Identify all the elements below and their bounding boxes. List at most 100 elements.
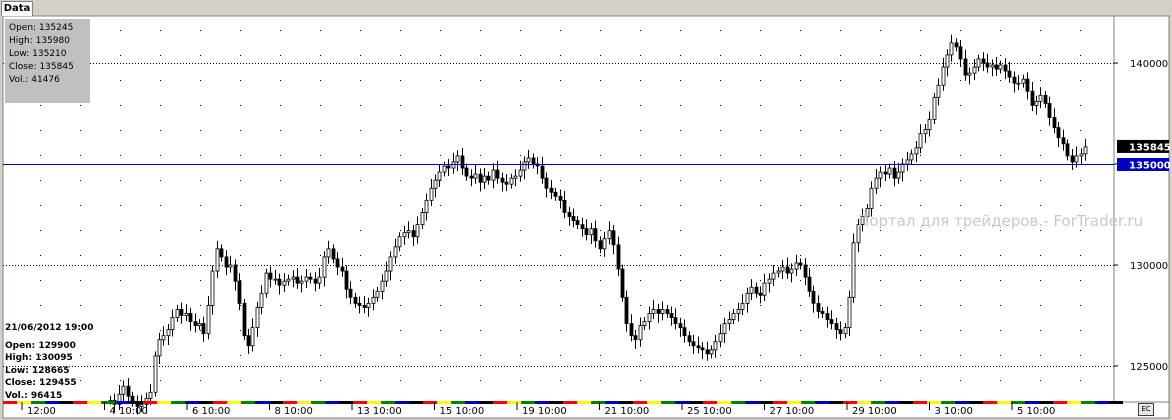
candle-body (526, 157, 531, 163)
candle-body (620, 268, 625, 298)
grid-dot (800, 280, 801, 281)
grid-dot (320, 255, 321, 256)
grid-dot (920, 30, 921, 31)
session-strip-segment (549, 401, 563, 404)
corner-button[interactable]: EC (1138, 403, 1154, 416)
session-strip-segment (157, 401, 171, 404)
session-strip-segment (633, 401, 647, 404)
candle-body (437, 171, 442, 181)
grid-dot (440, 155, 441, 156)
candle-body (384, 270, 389, 282)
grid-dot (1040, 305, 1041, 306)
data-tab[interactable]: Data (1, 1, 33, 16)
grid-dot (720, 380, 721, 381)
candle-body (411, 230, 416, 238)
grid-dot (1000, 230, 1001, 231)
session-strip-segment (871, 401, 885, 404)
y-tick-label: 125000 (1130, 362, 1168, 373)
grid-dot (640, 255, 641, 256)
grid-dot (560, 80, 561, 81)
grid-dot (1080, 30, 1081, 31)
grid-dot (440, 30, 441, 31)
grid-dot (1000, 255, 1001, 256)
session-strip-segment (647, 401, 661, 404)
grid-dot (680, 355, 681, 356)
grid-dot (760, 205, 761, 206)
grid-dot (840, 305, 841, 306)
grid-dot (760, 80, 761, 81)
grid-dot (120, 280, 121, 281)
grid-dot (480, 305, 481, 306)
grid-dot (360, 355, 361, 356)
data-row-open: Open: 135245 (9, 23, 74, 33)
candle-body (513, 175, 518, 179)
grid-dot (560, 230, 561, 231)
grid-dot (1080, 180, 1081, 181)
grid-dot (120, 180, 121, 181)
candle-body (286, 278, 291, 282)
candle-body (722, 323, 727, 335)
grid-dot (1040, 180, 1041, 181)
grid-dot (120, 155, 121, 156)
grid-dot (120, 130, 121, 131)
grid-dot (520, 305, 521, 306)
candle-body (696, 345, 701, 349)
grid-dot (40, 280, 41, 281)
candle-body (371, 296, 376, 304)
grid-dot (400, 105, 401, 106)
grid-dot (40, 205, 41, 206)
grid-dot (720, 80, 721, 81)
grid-dot (160, 180, 161, 181)
grid-dot (880, 105, 881, 106)
grid-dot (920, 155, 921, 156)
grid-dot (960, 230, 961, 231)
grid-dot (1080, 355, 1081, 356)
grid-dot (1000, 105, 1001, 106)
candle-body (446, 165, 451, 169)
candle-body (478, 173, 483, 183)
grid-dot (1000, 155, 1001, 156)
candle-body (794, 262, 799, 270)
grid-dot (640, 355, 641, 356)
session-strip-segment (661, 401, 675, 404)
candle-body (429, 187, 434, 201)
candle-body (967, 72, 972, 76)
grid-dot (280, 80, 281, 81)
grid-dot (800, 380, 801, 381)
grid-dot (200, 55, 201, 56)
candle-body (353, 296, 358, 304)
candle-body (843, 327, 848, 335)
grid-dot (80, 155, 81, 156)
grid-dot (320, 130, 321, 131)
candle-body (584, 228, 589, 236)
candle-body (326, 248, 331, 258)
candle-body (909, 153, 914, 161)
grid-dot (880, 155, 881, 156)
candle-body (589, 228, 594, 236)
bar-info-date: 21/06/2012 19:00 (5, 323, 94, 333)
session-strip-segment (703, 401, 717, 404)
grid-dot (760, 55, 761, 56)
candle-body (331, 248, 336, 260)
grid-dot (1040, 330, 1041, 331)
grid-dot (840, 280, 841, 281)
grid-dot (40, 155, 41, 156)
grid-dot (40, 105, 41, 106)
candle-body (825, 313, 830, 320)
grid-dot (880, 280, 881, 281)
session-strip-segment (493, 401, 507, 404)
session-strip-segment (773, 401, 787, 404)
grid-dot (960, 205, 961, 206)
session-strip-segment (801, 401, 815, 404)
grid-dot (120, 80, 121, 81)
grid-dot (920, 230, 921, 231)
candle-body (424, 199, 429, 213)
grid-dot (80, 205, 81, 206)
candle-body (651, 309, 656, 314)
candle-body (713, 341, 718, 351)
candle-body (193, 321, 198, 326)
grid-dot (1040, 130, 1041, 131)
grid-dot (920, 80, 921, 81)
candle-body (647, 313, 652, 322)
candle-body (500, 177, 505, 183)
